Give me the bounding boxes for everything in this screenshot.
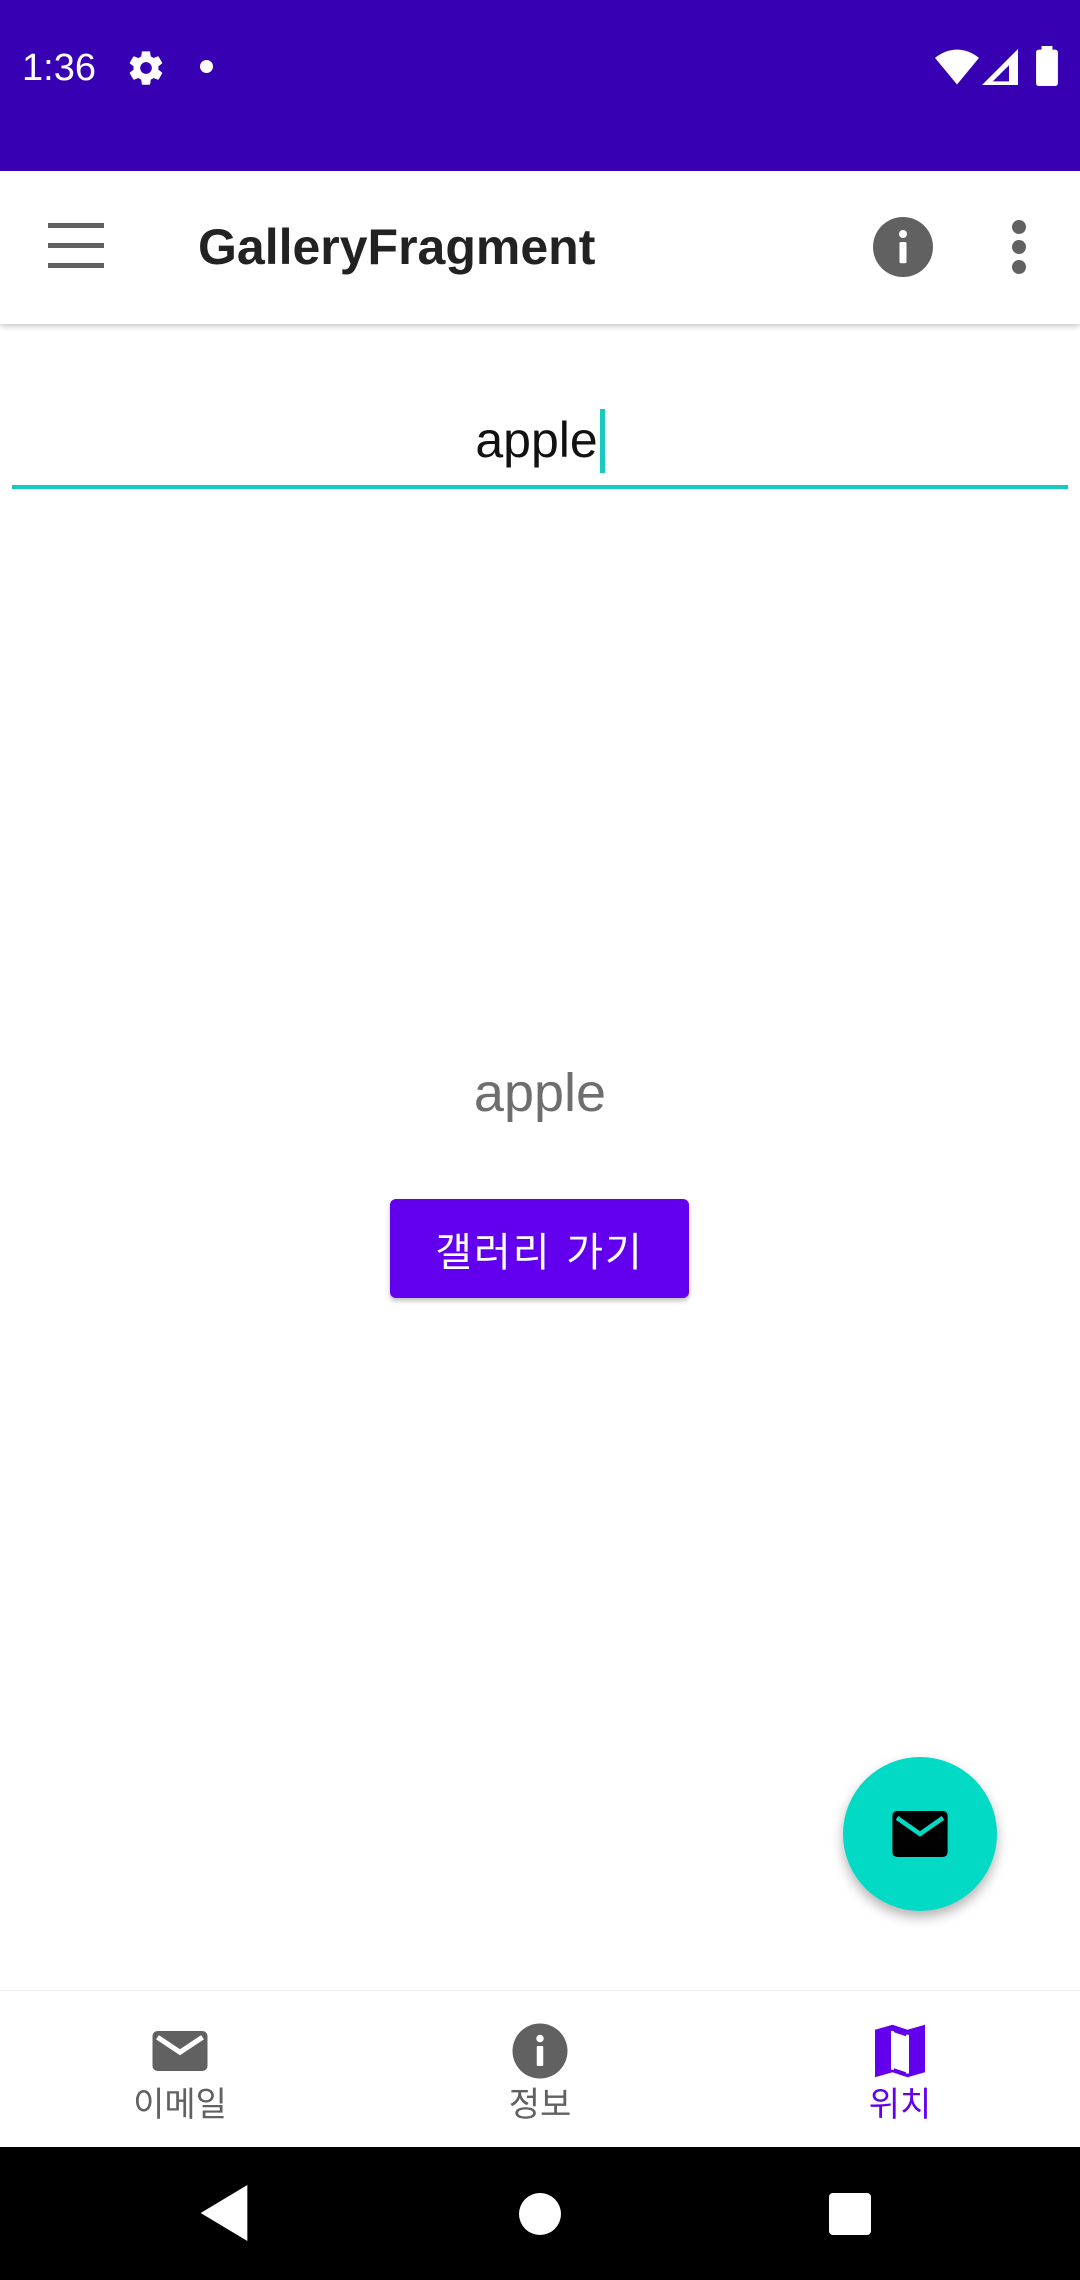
nav-label-info: 정보 <box>508 2085 572 2125</box>
wifi-icon <box>935 49 979 85</box>
status-bar: 1:36 <box>0 0 1080 171</box>
gear-icon <box>129 51 163 85</box>
info-icon[interactable] <box>873 217 933 277</box>
search-value: apple <box>475 412 598 468</box>
mail-icon <box>152 2031 208 2071</box>
text-caret <box>599 409 605 473</box>
nav-label-location: 위치 <box>868 2085 932 2125</box>
search-input[interactable]: apple <box>12 395 1068 489</box>
go-to-gallery-button[interactable]: 갤러리 가기 <box>390 1199 689 1298</box>
recents-icon[interactable] <box>829 2193 871 2235</box>
nav-label-email: 이메일 <box>133 2085 227 2125</box>
page-title: GalleryFragment <box>198 219 596 275</box>
signal-icon <box>982 49 1018 85</box>
nav-item-location[interactable]: 위치 <box>720 1991 1080 2148</box>
result-text: apple <box>473 1063 607 1123</box>
search-input-text[interactable]: apple <box>12 409 1068 473</box>
bottom-navigation: 이메일 정보 위치 <box>0 1990 1080 2148</box>
back-icon[interactable] <box>200 2185 248 2241</box>
battery-icon <box>1036 46 1058 86</box>
home-icon[interactable] <box>519 2193 561 2235</box>
more-vert-icon[interactable] <box>1003 217 1035 277</box>
nav-item-info[interactable]: 정보 <box>360 1991 720 2148</box>
info-icon <box>512 2023 568 2079</box>
mail-icon <box>892 1811 948 1857</box>
status-time: 1:36 <box>22 47 96 89</box>
app-toolbar: GalleryFragment <box>0 171 1080 324</box>
fab-mail-button[interactable] <box>843 1757 997 1911</box>
system-navigation-bar <box>0 2147 1080 2280</box>
nav-item-email[interactable]: 이메일 <box>0 1991 360 2148</box>
map-icon <box>875 2024 925 2078</box>
menu-icon[interactable] <box>48 221 104 271</box>
notification-dot <box>200 60 213 73</box>
